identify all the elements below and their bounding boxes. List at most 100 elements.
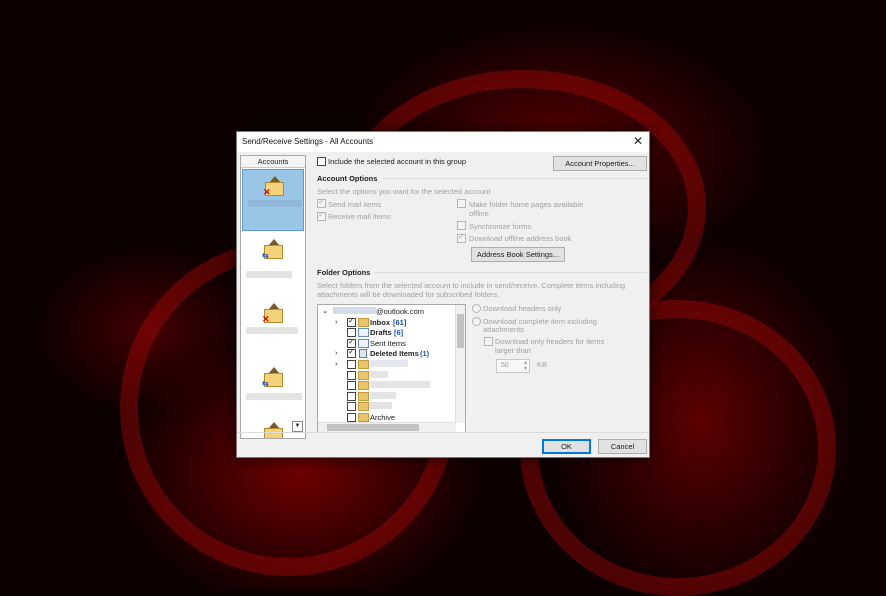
expand-icon[interactable]: › — [335, 348, 338, 357]
include-account-checkbox[interactable] — [317, 157, 326, 166]
expand-icon[interactable]: › — [335, 359, 338, 368]
folder-label-sent: Sent Items — [370, 339, 406, 348]
footer-divider — [237, 432, 649, 433]
receive-mail-checkbox[interactable] — [317, 210, 326, 221]
send-mail-checkbox[interactable] — [317, 197, 326, 208]
scroll-down-icon[interactable]: ▼ — [292, 421, 303, 432]
account-name-redacted — [248, 200, 302, 207]
folder-home-pages-checkbox[interactable] — [457, 199, 466, 208]
folder-icon — [358, 381, 369, 390]
receive-mail-label: Receive mail items — [328, 212, 391, 221]
tree-row[interactable] — [318, 391, 458, 401]
drafts-icon — [358, 328, 369, 337]
account-email-redacted — [333, 307, 376, 314]
folder-name-redacted — [370, 381, 430, 388]
send-receive-settings-dialog: Send/Receive Settings - All Accounts ✕ A… — [236, 131, 650, 458]
account-icon — [262, 422, 284, 438]
complete-item-radio[interactable] — [472, 317, 481, 326]
only-headers-checkbox[interactable] — [484, 337, 493, 346]
tree-row-deleted[interactable]: › Deleted Items (1) — [318, 347, 458, 358]
tree-row-account[interactable]: ⌄ @outlook.com — [318, 306, 458, 316]
complete-item-label-2: attachments — [483, 325, 524, 334]
vertical-scrollbar[interactable] — [455, 305, 465, 423]
horizontal-scroll-thumb[interactable] — [327, 424, 419, 431]
folder-options-header: Folder Options — [317, 268, 371, 277]
folder-checkbox[interactable] — [347, 381, 356, 390]
trash-icon — [359, 349, 367, 358]
close-icon[interactable]: ✕ — [633, 134, 643, 148]
folder-icon — [358, 360, 369, 369]
account-item[interactable]: ⇆ — [242, 361, 304, 423]
tree-row-sent[interactable]: Sent Items — [318, 337, 458, 348]
address-book-settings-button[interactable]: Address Book Settings... — [471, 247, 565, 262]
folder-options-description-2: attachments will be downloaded for subsc… — [317, 290, 500, 299]
tree-row[interactable]: › — [318, 359, 458, 369]
synchronize-forms-checkbox[interactable] — [457, 221, 466, 230]
account-name-redacted — [246, 393, 302, 400]
folder-options-divider — [375, 272, 647, 273]
folder-icon — [358, 413, 369, 422]
horizontal-scrollbar[interactable] — [318, 422, 456, 432]
account-sync-icon: ⇆ — [262, 239, 284, 260]
folder-count-deleted: (1) — [420, 349, 430, 358]
tree-row-inbox[interactable]: › Inbox [61] — [318, 316, 458, 327]
folder-icon — [358, 402, 369, 411]
folder-label-drafts: Drafts — [370, 328, 392, 337]
spinner-arrows-icon[interactable]: ▲ ▼ — [523, 360, 528, 372]
folder-checkbox[interactable] — [347, 316, 356, 327]
size-limit-spinner[interactable]: 50 ▲ ▼ — [496, 359, 530, 373]
expand-icon[interactable]: › — [335, 317, 338, 326]
folder-checkbox[interactable] — [347, 413, 356, 422]
folder-name-redacted — [370, 392, 396, 399]
folder-tree[interactable]: ⌄ @outlook.com › Inbox [61] Drafts [6] S… — [317, 304, 466, 433]
folder-label-deleted: Deleted Items — [370, 349, 419, 358]
size-unit-label: KB — [537, 360, 548, 369]
folder-checkbox[interactable] — [347, 402, 356, 411]
folder-icon — [358, 318, 369, 327]
folder-label-archive: Archive — [370, 413, 396, 422]
account-item-selected[interactable]: ✕ — [242, 169, 304, 231]
account-disabled-icon: ✕ — [263, 176, 285, 197]
size-limit-value: 50 — [501, 362, 509, 369]
account-item[interactable]: ⇆ — [242, 233, 304, 295]
accounts-list[interactable]: Accounts ✕ ⇆ ✕ ⇆ ▼ — [240, 155, 306, 439]
folder-home-pages-label: Make folder home pages available — [469, 200, 584, 209]
vertical-scroll-thumb[interactable] — [457, 314, 464, 348]
folder-home-pages-label-2: offline — [469, 209, 489, 218]
folder-icon — [358, 371, 369, 380]
folder-icon — [358, 392, 369, 401]
synchronize-forms-label: Synchronize forms — [469, 222, 532, 231]
account-options-header: Account Options — [317, 174, 378, 183]
tree-row[interactable] — [318, 370, 458, 380]
headers-only-radio[interactable] — [472, 304, 481, 313]
folder-checkbox[interactable] — [347, 371, 356, 380]
tree-row-drafts[interactable]: Drafts [6] — [318, 327, 458, 337]
folder-checkbox[interactable] — [347, 360, 356, 369]
account-options-divider — [383, 178, 647, 179]
account-options-description: Select the options you want for the sele… — [317, 187, 491, 196]
account-sync-icon: ⇆ — [262, 367, 284, 388]
tree-row[interactable] — [318, 380, 458, 390]
account-item[interactable]: ✕ — [242, 297, 304, 359]
only-headers-label-2: larger than — [495, 346, 531, 355]
ok-button[interactable]: OK — [542, 439, 591, 454]
folder-checkbox[interactable] — [347, 392, 356, 401]
folder-options-description: Select folders from the selected account… — [317, 281, 626, 290]
tree-row-archive[interactable]: Archive — [318, 412, 458, 422]
folder-name-redacted — [370, 360, 408, 367]
collapse-icon[interactable]: ⌄ — [322, 306, 328, 315]
title-bar: Send/Receive Settings - All Accounts ✕ — [237, 132, 649, 152]
folder-name-redacted — [370, 402, 392, 409]
tree-row[interactable] — [318, 401, 458, 411]
sent-items-icon — [358, 339, 369, 348]
download-oab-checkbox[interactable] — [457, 232, 466, 243]
folder-count-inbox: [61] — [393, 318, 407, 327]
folder-checkbox[interactable] — [347, 347, 356, 358]
folder-checkbox[interactable] — [347, 328, 356, 337]
cancel-button[interactable]: Cancel — [598, 439, 647, 454]
account-name-redacted — [246, 327, 298, 334]
headers-only-label: Download headers only — [483, 304, 562, 313]
only-headers-label: Download only headers for items — [495, 337, 605, 346]
account-properties-button[interactable]: Account Properties... — [553, 156, 647, 171]
account-disabled-icon: ✕ — [262, 303, 284, 324]
